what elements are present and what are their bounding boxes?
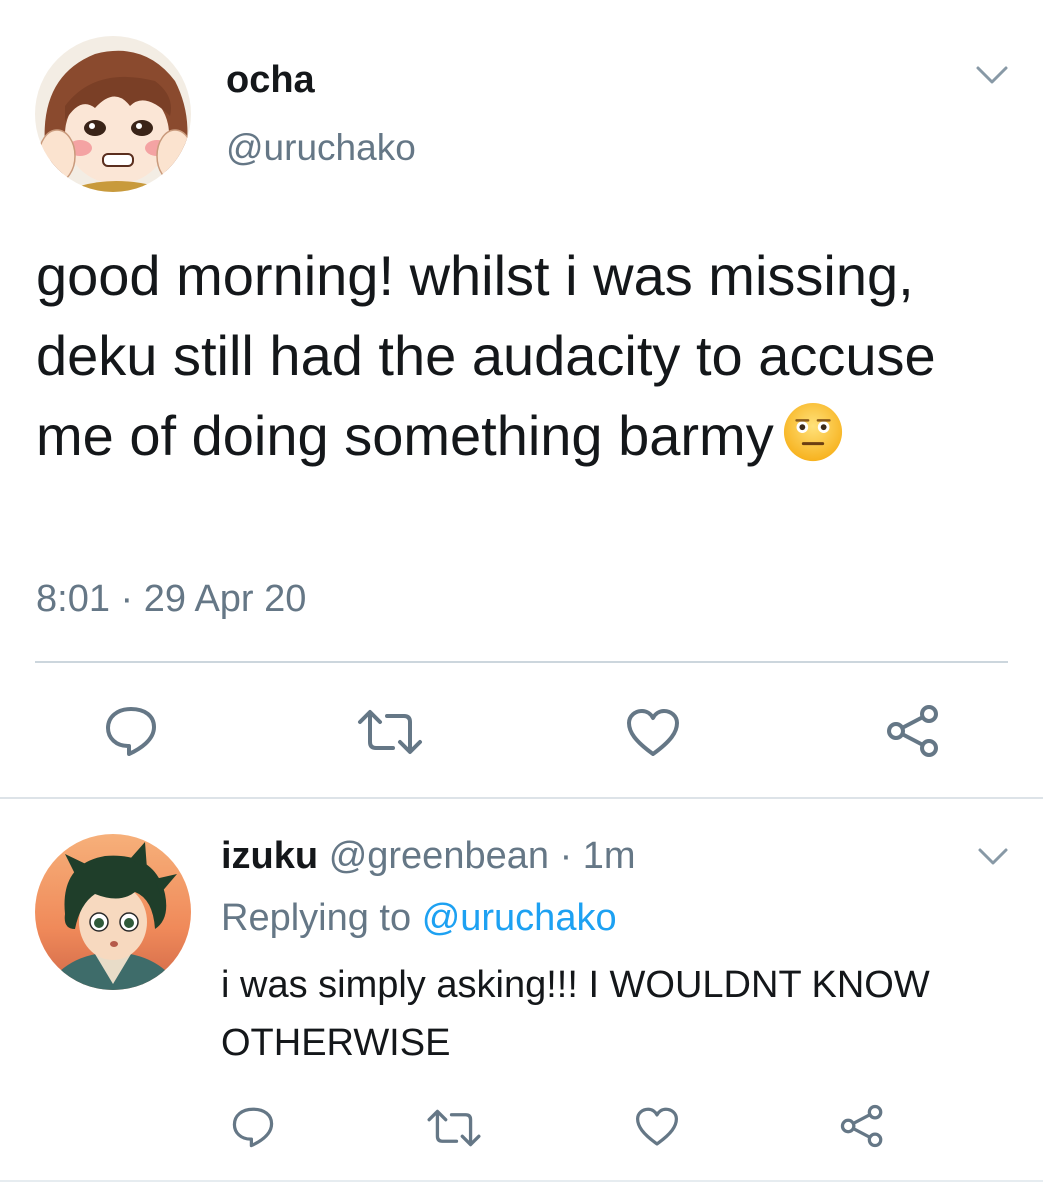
tweet-text: i was simply asking!!! I WOULDNT KNOW OT… xyxy=(221,964,930,1064)
divider xyxy=(0,1180,1043,1182)
retweet-icon[interactable] xyxy=(355,708,425,756)
reply-header: izuku @greenbean · 1m xyxy=(221,834,636,878)
replying-label: Replying to xyxy=(221,897,412,939)
divider xyxy=(35,661,1008,663)
neutral-face-emoji xyxy=(783,402,842,462)
retweet-icon[interactable] xyxy=(425,1108,483,1148)
chevron-down-icon[interactable] xyxy=(972,60,1012,90)
display-name[interactable]: ocha xyxy=(226,58,315,102)
handle[interactable]: @uruchako xyxy=(226,126,416,170)
divider xyxy=(0,797,1043,799)
chevron-down-icon[interactable] xyxy=(975,844,1011,870)
timestamp[interactable]: 8:01 · 29 Apr 20 xyxy=(36,577,306,621)
share-icon[interactable] xyxy=(838,1104,886,1148)
reply-icon[interactable] xyxy=(103,705,159,757)
mention-link[interactable]: @uruchako xyxy=(422,897,617,939)
avatar[interactable] xyxy=(35,36,191,192)
main-tweet: ocha @uruchako good morning! whilst i wa… xyxy=(0,0,1043,798)
avatar[interactable] xyxy=(35,834,191,990)
like-icon[interactable] xyxy=(625,707,681,759)
replying-to: Replying to @uruchako xyxy=(221,896,617,940)
avatar-image xyxy=(35,834,191,990)
handle[interactable]: @greenbean xyxy=(329,835,549,877)
share-icon[interactable] xyxy=(884,704,942,758)
reply-icon[interactable] xyxy=(230,1106,276,1148)
avatar-image xyxy=(35,36,191,192)
display-name[interactable]: izuku xyxy=(221,835,318,877)
reply-time: · 1m xyxy=(559,835,636,877)
tweet-text: good morning! whilst i was missing, deku… xyxy=(36,236,996,476)
like-icon[interactable] xyxy=(634,1106,680,1148)
